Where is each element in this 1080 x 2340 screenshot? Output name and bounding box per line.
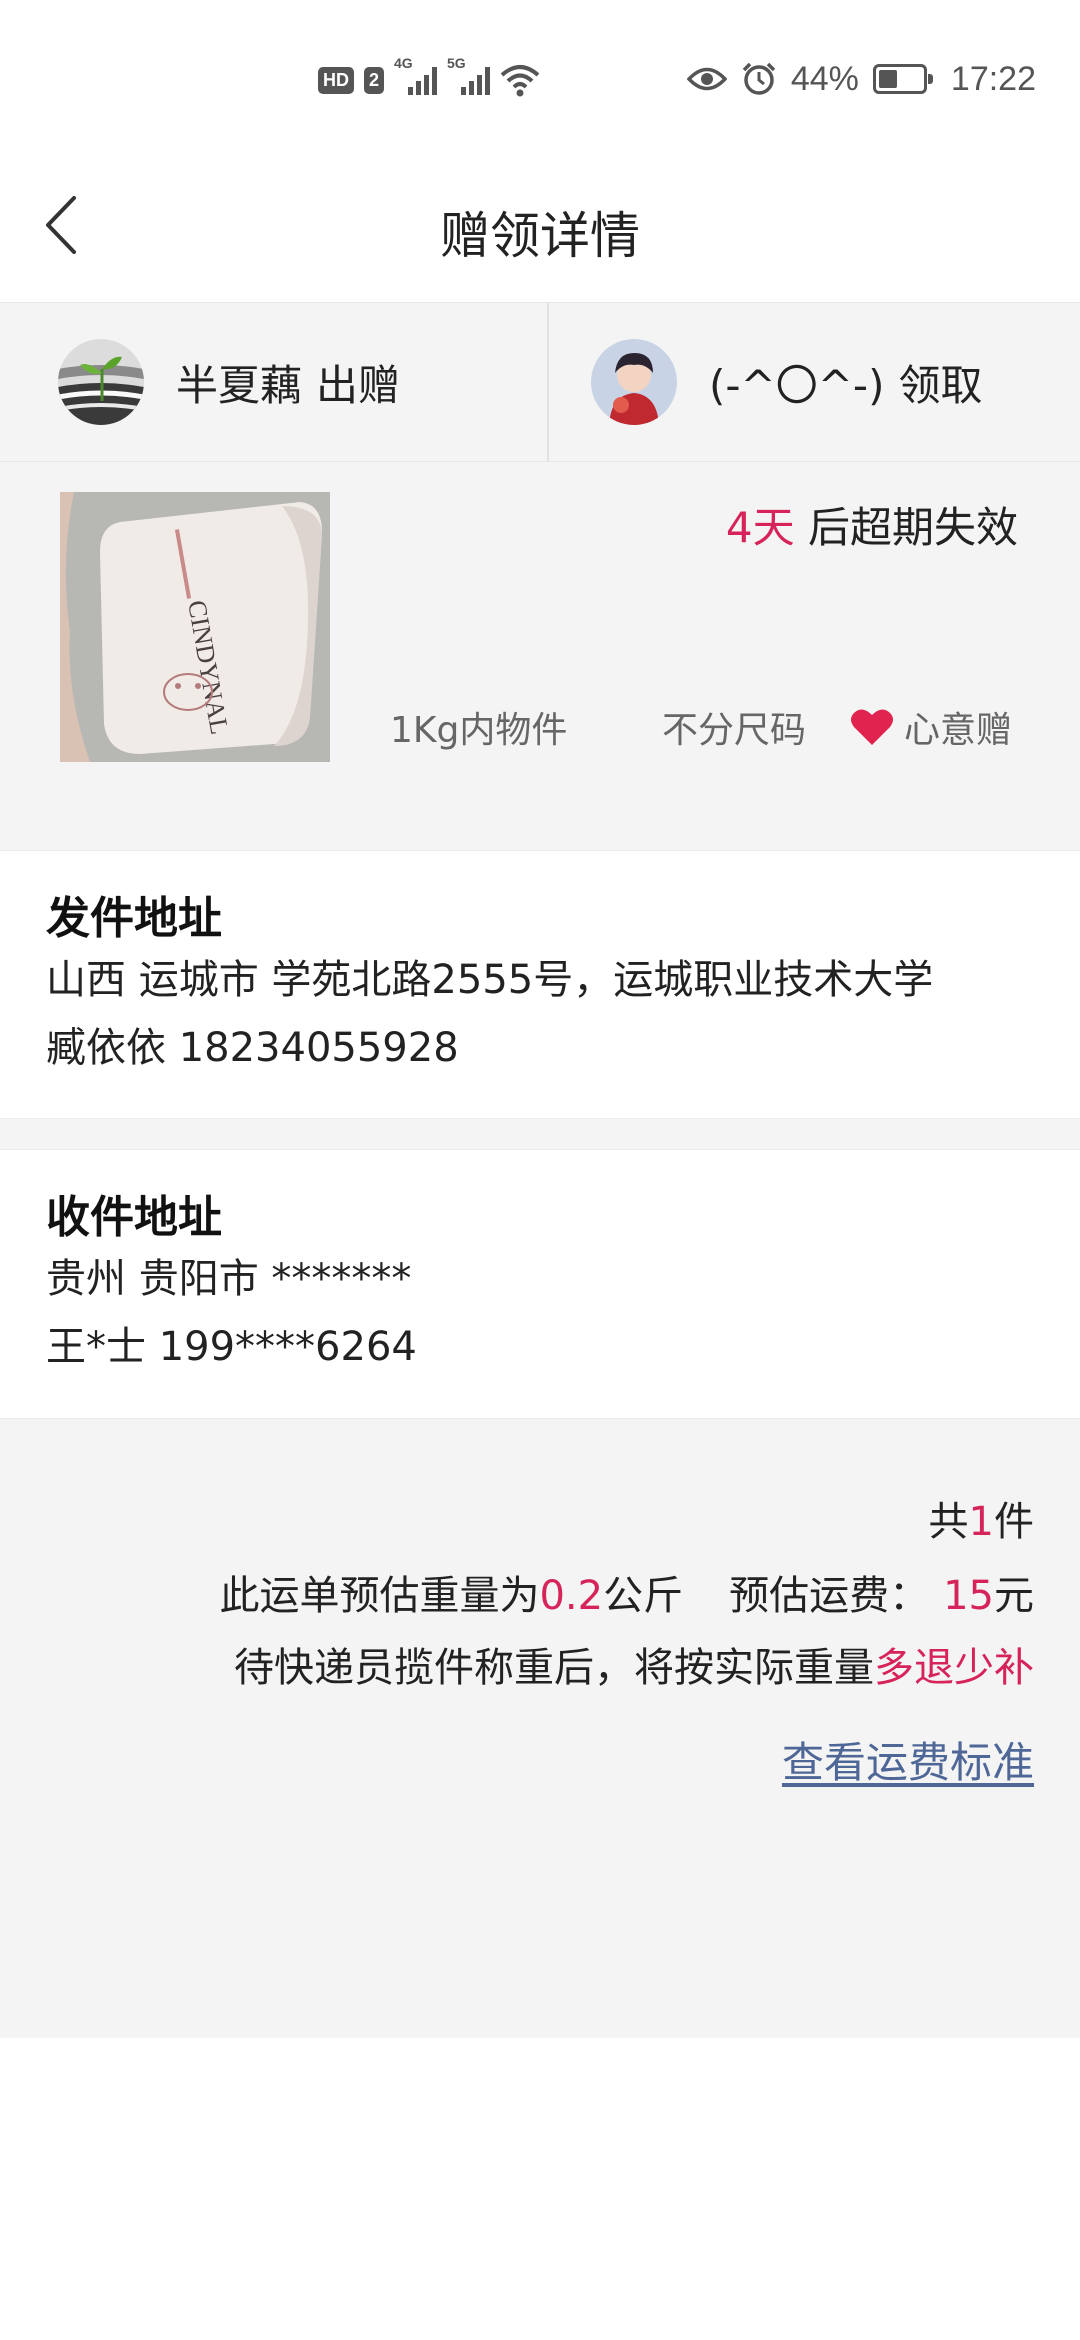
alarm-icon bbox=[742, 62, 776, 95]
heart-icon bbox=[851, 709, 893, 745]
system-indicators: 44% 17:22 bbox=[686, 52, 1036, 106]
eye-icon bbox=[686, 67, 727, 91]
wifi-icon bbox=[500, 65, 540, 97]
giver-avatar bbox=[58, 339, 144, 425]
expiry-notice: 4天 后超期失效 bbox=[726, 494, 1018, 555]
page: HD 2 4G 5G 44% 17:22 赠领详情 半夏藕 出赠 (-^〇^-)… bbox=[0, 0, 1080, 2340]
receiver-address-line: 贵州 贵阳市 ******* bbox=[46, 1256, 412, 1302]
status-bar: HD 2 4G 5G 44% 17:22 bbox=[0, 0, 1080, 150]
network-indicators: HD 2 4G 5G bbox=[318, 55, 540, 102]
tag-type-label: 心意赠 bbox=[904, 710, 1013, 751]
refund-highlight: 多退少补 bbox=[874, 1645, 1034, 1691]
clock-time: 17:22 bbox=[950, 59, 1036, 98]
receiver-address-section: 收件地址 贵州 贵阳市 ******* 王*士 199****6264 bbox=[0, 1150, 1080, 1418]
fee-value: 15 bbox=[943, 1573, 994, 1619]
gift-photo[interactable]: CINDYNAL bbox=[60, 492, 330, 762]
battery-percent: 44% bbox=[790, 59, 859, 98]
view-fee-standard-link[interactable]: 查看运费标准 bbox=[782, 1729, 1034, 1790]
nav-header: 赠领详情 bbox=[0, 150, 1080, 302]
hd-badge: HD bbox=[318, 66, 354, 94]
signal-5g-icon: 5G bbox=[447, 55, 491, 95]
giver-action: 出赠 bbox=[316, 360, 401, 410]
expiry-suffix: 后超期失效 bbox=[794, 503, 1018, 552]
receiver-avatar bbox=[591, 339, 677, 425]
refund-note: 待快递员揽件称重后，将按实际重量多退少补 bbox=[234, 1645, 1034, 1691]
sender-contact-line: 臧依依 18234055928 bbox=[46, 1025, 459, 1071]
expiry-days: 4天 bbox=[725, 503, 795, 552]
item-count-value: 1 bbox=[968, 1499, 994, 1545]
receiver-name: (-^〇^-) bbox=[709, 360, 885, 410]
participants-bar: 半夏藕 出赠 (-^〇^-) 领取 bbox=[0, 302, 1080, 462]
receiver-profile[interactable]: (-^〇^-) 领取 bbox=[547, 303, 1080, 461]
tag-weight: 1Kg内物件 bbox=[390, 710, 568, 751]
shipping-summary: 共1件 此运单预估重量为0.2公斤 预估运费： 15元 待快递员揽件称重后，将按实际… bbox=[0, 1418, 1080, 2038]
tag-size: 不分尺码 bbox=[662, 710, 807, 751]
page-title: 赠领详情 bbox=[440, 207, 640, 265]
item-count: 共1件 bbox=[928, 1499, 1034, 1545]
receiver-contact-line: 王*士 199****6264 bbox=[46, 1324, 417, 1370]
battery-icon bbox=[872, 64, 933, 94]
weight-fee-line: 此运单预估重量为0.2公斤 预估运费： 15元 bbox=[219, 1573, 1034, 1619]
gift-tags: 1Kg内物件 不分尺码 心意赠 bbox=[390, 702, 1020, 752]
sender-address-line: 山西 运城市 学苑北路2555号，运城职业技术大学 bbox=[46, 957, 934, 1003]
sim-badge: 2 bbox=[364, 66, 385, 94]
gift-card: CINDYNAL 4天 后超期失效 1Kg内物件 不分尺码 心意赠 bbox=[0, 462, 1080, 850]
receiver-address-title: 收件地址 bbox=[46, 1192, 222, 1243]
giver-profile[interactable]: 半夏藕 出赠 bbox=[0, 303, 547, 461]
tag-type: 心意赠 bbox=[850, 701, 1012, 753]
receiver-action: 领取 bbox=[898, 360, 983, 410]
weight-value: 0.2 bbox=[539, 1573, 604, 1619]
giver-name: 半夏藕 bbox=[176, 360, 303, 410]
sender-address-title: 发件地址 bbox=[46, 893, 222, 944]
section-divider bbox=[0, 1118, 1080, 1150]
sender-address-section: 发件地址 山西 运城市 学苑北路2555号，运城职业技术大学 臧依依 18234… bbox=[0, 850, 1080, 1118]
signal-4g-icon: 4G bbox=[394, 55, 438, 95]
